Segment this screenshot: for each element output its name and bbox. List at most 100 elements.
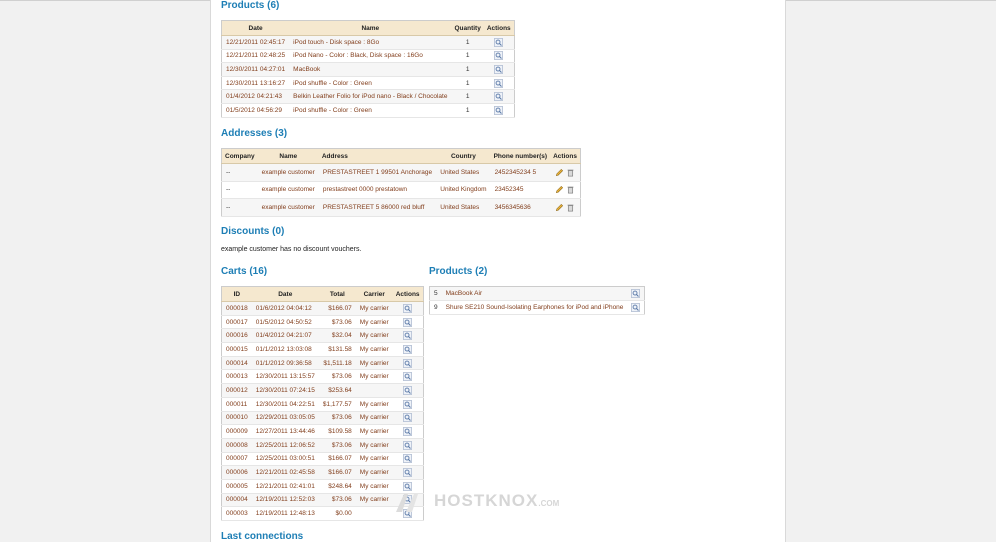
product-date: 12/30/2011 04:27:01 bbox=[221, 62, 290, 77]
magnifier-icon[interactable] bbox=[631, 289, 641, 298]
table-row[interactable]: 000007 12/25/2011 03:00:51 $166.07 My carri… bbox=[221, 452, 424, 467]
trash-icon[interactable] bbox=[566, 203, 575, 212]
magnifier-icon[interactable] bbox=[494, 92, 504, 102]
trash-icon[interactable] bbox=[566, 185, 575, 194]
product-quantity: 1 bbox=[451, 62, 484, 77]
view-product-button[interactable] bbox=[483, 35, 515, 50]
view-product-button[interactable] bbox=[483, 76, 515, 91]
magnifier-icon[interactable] bbox=[403, 331, 413, 341]
magnifier-icon[interactable] bbox=[631, 303, 641, 312]
view-cart-button[interactable] bbox=[392, 356, 424, 371]
magnifier-icon[interactable] bbox=[494, 64, 504, 74]
col-actions: Actions bbox=[483, 20, 515, 36]
pencil-icon[interactable] bbox=[555, 168, 564, 177]
table-row[interactable]: 000016 01/4/2012 04:21:07 $32.04 My carrier bbox=[221, 328, 424, 344]
view-cart-button[interactable] bbox=[392, 424, 424, 439]
table-row[interactable]: 000017 01/5/2012 04:50:52 $73.06 My carrier bbox=[221, 315, 424, 330]
pencil-icon[interactable] bbox=[555, 185, 564, 194]
table-row[interactable]: 000008 12/25/2011 12:06:52 $73.06 My carrie… bbox=[221, 438, 424, 453]
cart-date: 01/5/2012 04:50:52 bbox=[251, 315, 319, 330]
magnifier-icon[interactable] bbox=[403, 454, 413, 464]
product-quantity: 1 bbox=[451, 49, 484, 64]
address-line: PRESTASTREET 5 86000 red bluff bbox=[318, 198, 437, 217]
address-phone: 2452345234 5 bbox=[490, 163, 551, 182]
table-row[interactable]: 000004 12/19/2011 12:52:03 $73.06 My carrie… bbox=[221, 493, 424, 508]
col-quantity: Quantity bbox=[451, 20, 484, 36]
magnifier-icon[interactable] bbox=[494, 78, 504, 88]
view-cart-button[interactable] bbox=[392, 438, 424, 453]
table-row[interactable]: 12/30/2011 13:16:27 iPod shuffle - Color … bbox=[221, 76, 515, 91]
table-row[interactable]: 000014 01/1/2012 09:36:58 $1,511.18 My carr… bbox=[221, 356, 424, 371]
table-row[interactable]: 000013 12/30/2011 13:15:57 $73.06 My carrie… bbox=[221, 369, 424, 385]
cart-date: 12/19/2011 12:52:03 bbox=[251, 493, 319, 508]
cart-date: 12/30/2011 04:22:51 bbox=[251, 397, 319, 412]
table-row[interactable]: 5 MacBook Air bbox=[429, 286, 645, 301]
cart-carrier: My carrier bbox=[355, 315, 393, 330]
table-row[interactable]: 000011 12/30/2011 04:22:51 $1,177.57 My car… bbox=[221, 397, 424, 412]
magnifier-icon[interactable] bbox=[403, 427, 413, 437]
view-product-button[interactable] bbox=[483, 62, 515, 77]
view-cart-button[interactable] bbox=[392, 465, 424, 480]
view-cart-button[interactable] bbox=[392, 315, 424, 330]
magnifier-icon[interactable] bbox=[494, 51, 504, 61]
carts-table: ID Date Total Carrier Actions 000018 01/6… bbox=[221, 286, 424, 521]
cart-carrier: My carrier bbox=[355, 397, 393, 412]
address-actions[interactable] bbox=[550, 163, 581, 182]
pencil-icon[interactable] bbox=[555, 203, 564, 212]
view-cart-button[interactable] bbox=[392, 369, 424, 385]
table-row[interactable]: 000012 12/30/2011 07:24:15 $253.64 bbox=[221, 383, 424, 398]
watermark-text: HOSTKNOX bbox=[434, 491, 539, 510]
magnifier-icon[interactable] bbox=[403, 440, 413, 450]
address-actions[interactable] bbox=[550, 198, 581, 217]
view-cart-button[interactable] bbox=[392, 383, 424, 398]
cart-carrier: My carrier bbox=[355, 328, 393, 344]
table-row[interactable]: 01/4/2012 04:21:43 Belkin Leather Folio f… bbox=[221, 89, 515, 104]
view-product-button[interactable] bbox=[483, 49, 515, 64]
view-cart-button[interactable] bbox=[392, 411, 424, 426]
address-company: -- bbox=[221, 163, 258, 182]
magnifier-icon[interactable] bbox=[403, 317, 413, 327]
product-name: iPod shuffle - Color : Green bbox=[289, 76, 452, 91]
view-cart-button[interactable] bbox=[392, 301, 424, 316]
table-row[interactable]: 000015 01/1/2012 13:03:08 $131.58 My carrie… bbox=[221, 342, 424, 357]
magnifier-icon[interactable] bbox=[494, 37, 504, 47]
discounts-note: example customer has no discount voucher… bbox=[221, 246, 362, 253]
table-row[interactable]: 000010 12/29/2011 03:05:05 $73.06 My carrie… bbox=[221, 411, 424, 426]
table-row[interactable]: 12/21/2011 02:48:25 iPod Nano - Color : B… bbox=[221, 49, 515, 64]
magnifier-icon[interactable] bbox=[403, 385, 413, 395]
view-product-button[interactable] bbox=[483, 103, 515, 118]
cart-total: $73.06 bbox=[318, 493, 356, 508]
table-row[interactable]: 000009 12/27/2011 13:44:46 $109.58 My carri… bbox=[221, 424, 424, 439]
address-company: -- bbox=[221, 181, 258, 199]
cart-id: 000012 bbox=[221, 383, 252, 398]
magnifier-icon[interactable] bbox=[403, 413, 413, 423]
magnifier-icon[interactable] bbox=[403, 344, 413, 354]
cart-date: 12/30/2011 13:15:57 bbox=[251, 369, 319, 385]
table-row[interactable]: 000003 12/19/2011 12:48:13 $0.00 bbox=[221, 506, 424, 521]
view-cart-button[interactable] bbox=[392, 342, 424, 357]
table-row: -- example customer prestastreet 0000 pres… bbox=[221, 181, 581, 199]
table-row[interactable]: 12/21/2011 02:45:17 iPod touch - Disk spa… bbox=[221, 35, 515, 50]
view-cart-product-button[interactable] bbox=[627, 286, 645, 301]
trash-icon[interactable] bbox=[566, 168, 575, 177]
table-row[interactable]: 000005 12/21/2011 02:41:01 $248.64 My carri… bbox=[221, 479, 424, 494]
products-heading: Products (6) bbox=[221, 0, 280, 11]
magnifier-icon[interactable] bbox=[403, 358, 413, 368]
table-row[interactable]: 12/30/2011 04:27:01 MacBook 1 bbox=[221, 62, 515, 77]
table-row[interactable]: 000006 12/21/2011 02:45:58 $166.07 My carri… bbox=[221, 465, 424, 480]
view-cart-button[interactable] bbox=[392, 328, 424, 344]
cart-total: $73.06 bbox=[318, 438, 356, 453]
magnifier-icon[interactable] bbox=[403, 372, 413, 382]
magnifier-icon[interactable] bbox=[403, 303, 413, 313]
address-actions[interactable] bbox=[550, 181, 581, 199]
view-product-button[interactable] bbox=[483, 89, 515, 104]
view-cart-product-button[interactable] bbox=[627, 300, 645, 315]
view-cart-button[interactable] bbox=[392, 397, 424, 412]
magnifier-icon[interactable] bbox=[403, 399, 413, 409]
magnifier-icon[interactable] bbox=[403, 468, 413, 478]
table-row[interactable]: 01/5/2012 04:56:29 iPod shuffle - Color :… bbox=[221, 103, 515, 118]
magnifier-icon[interactable] bbox=[494, 105, 504, 115]
table-row[interactable]: 000018 01/6/2012 04:04:12 $166.07 My carrie… bbox=[221, 301, 424, 316]
view-cart-button[interactable] bbox=[392, 452, 424, 467]
table-row[interactable]: 9 Shure SE210 Sound-Isolating Earphones f… bbox=[429, 300, 645, 315]
